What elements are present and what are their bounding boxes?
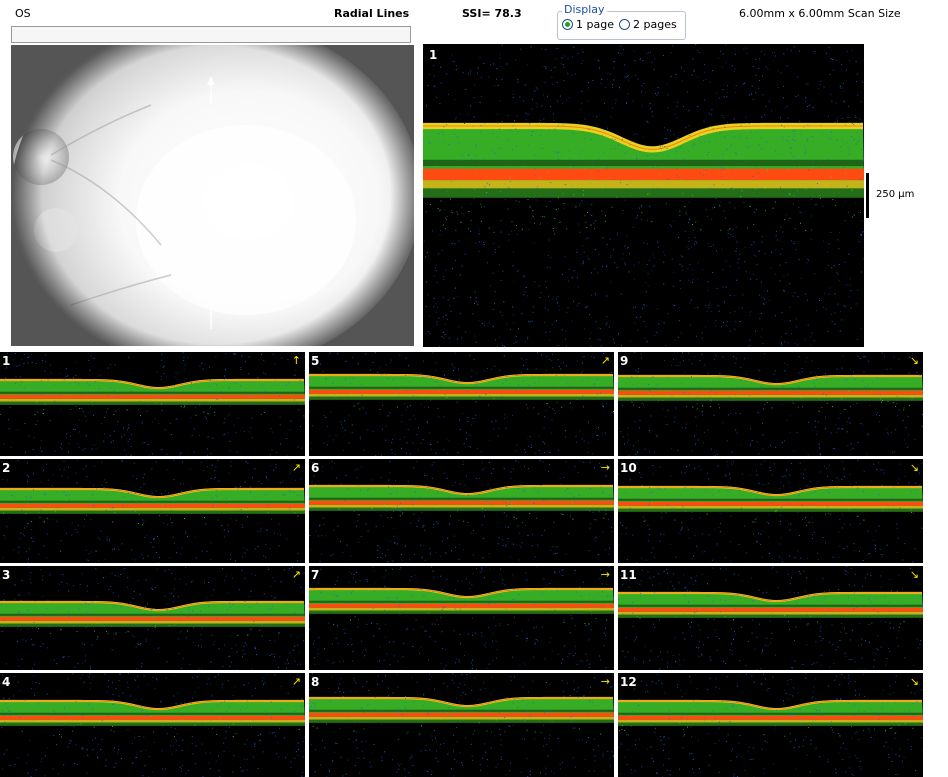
orientation-arrow-icon: ↗ <box>292 461 301 474</box>
thumbnail-number: 3 <box>2 568 10 582</box>
orientation-arrow-icon: → <box>601 568 610 581</box>
main-scan-number: 1 <box>429 48 437 62</box>
thumbnail-oct-image <box>0 673 305 777</box>
thumbnail-number: 2 <box>2 461 10 475</box>
scan-thumbnail-7[interactable]: 7→ <box>309 566 614 670</box>
display-1page-radio[interactable]: 1 page <box>562 18 614 31</box>
thumbnail-oct-image <box>309 566 614 670</box>
scan-type-label: Radial Lines <box>334 7 409 20</box>
fundus-header-bar <box>11 26 411 43</box>
thumbnail-oct-image <box>309 673 614 777</box>
display-1page-label: 1 page <box>576 18 614 31</box>
main-oct-scan[interactable]: 1 <box>423 44 864 347</box>
scan-thumbnail-9[interactable]: 9↘ <box>618 352 923 456</box>
orientation-arrow-icon: ↘ <box>910 461 919 474</box>
thumbnail-number: 6 <box>311 461 319 475</box>
scan-thumbnail-8[interactable]: 8→ <box>309 673 614 777</box>
thumbnail-number: 9 <box>620 354 628 368</box>
thumbnail-number: 8 <box>311 675 319 689</box>
main-oct-image <box>423 44 864 347</box>
scan-thumbnail-6[interactable]: 6→ <box>309 459 614 563</box>
display-legend: Display <box>562 3 607 16</box>
thumbnail-number: 10 <box>620 461 637 475</box>
eye-label: OS <box>15 7 31 20</box>
scan-thumbnail-11[interactable]: 11 ↘ <box>618 566 923 670</box>
thumbnail-oct-image <box>309 352 614 456</box>
display-2pages-label: 2 pages <box>633 18 677 31</box>
thumbnail-number: 1 <box>2 354 10 368</box>
thumbnail-oct-image <box>618 673 923 777</box>
orientation-arrow-icon: ↗ <box>292 568 301 581</box>
orientation-arrow-icon: ↘ <box>910 675 919 688</box>
thumbnail-oct-image <box>618 352 923 456</box>
thumbnail-oct-image <box>0 566 305 670</box>
orientation-arrow-icon: → <box>601 675 610 688</box>
scan-thumbnail-5[interactable]: 5↗ <box>309 352 614 456</box>
orientation-arrow-icon: ↘ <box>910 568 919 581</box>
thumbnail-number: 11 <box>620 568 637 582</box>
radio-indicator <box>619 19 630 30</box>
orientation-arrow-icon: → <box>601 461 610 474</box>
thumbnail-oct-image <box>0 352 305 456</box>
scan-thumbnail-2[interactable]: 2↗ <box>0 459 305 563</box>
fundus-image[interactable] <box>11 45 414 346</box>
scan-thumbnail-12[interactable]: 12 ↘ <box>618 673 923 777</box>
radio-indicator <box>562 19 573 30</box>
scale-bar <box>866 173 869 218</box>
thumbnail-oct-image <box>618 459 923 563</box>
thumbnail-oct-image <box>309 459 614 563</box>
scan-thumbnail-1[interactable]: 1↑ <box>0 352 305 456</box>
scan-thumbnail-4[interactable]: 4↗ <box>0 673 305 777</box>
thumbnail-number: 5 <box>311 354 319 368</box>
orientation-arrow-icon: ↗ <box>292 675 301 688</box>
orientation-arrow-icon: ↘ <box>910 354 919 367</box>
scan-size-label: 6.00mm x 6.00mm Scan Size <box>739 7 901 20</box>
orientation-arrow-icon: ↑ <box>292 354 301 367</box>
scale-label: 250 µm <box>876 189 914 200</box>
display-2pages-radio[interactable]: 2 pages <box>619 18 677 31</box>
thumbnail-number: 12 <box>620 675 637 689</box>
ssi-label: SSI= 78.3 <box>462 7 522 20</box>
thumbnail-oct-image <box>618 566 923 670</box>
thumbnail-number: 4 <box>2 675 10 689</box>
scan-thumbnail-10[interactable]: 10 ↘ <box>618 459 923 563</box>
orientation-arrow-icon: ↗ <box>601 354 610 367</box>
scan-thumbnail-3[interactable]: 3↗ <box>0 566 305 670</box>
thumbnail-number: 7 <box>311 568 319 582</box>
thumbnail-oct-image <box>0 459 305 563</box>
